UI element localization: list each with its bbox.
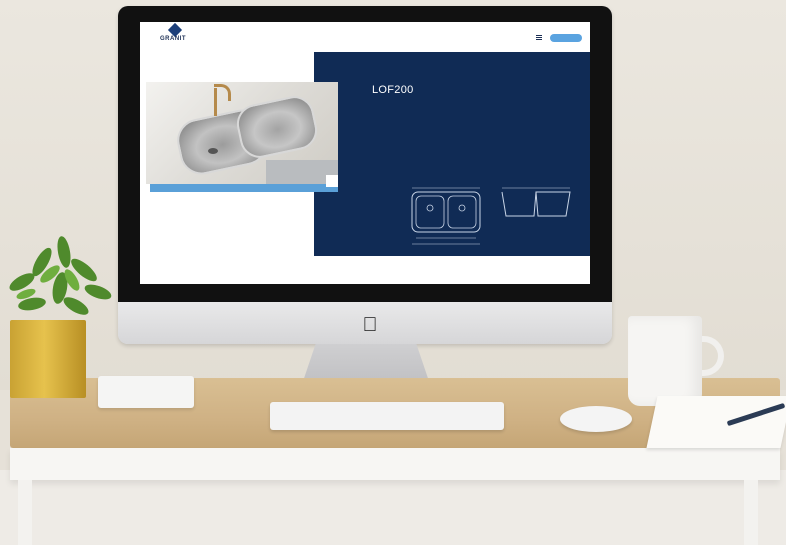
leaf: [57, 236, 71, 268]
expand-photo-icon[interactable]: [326, 175, 338, 187]
coffee-mug: [628, 316, 702, 406]
sink-bowl-right: [233, 92, 321, 162]
mouse: [560, 406, 632, 432]
leaf: [84, 284, 112, 300]
logo-icon[interactable]: [167, 22, 183, 38]
plant-leaves: [9, 236, 112, 315]
apple-logo-icon: : [360, 314, 380, 336]
diagram-bowl-left: [415, 195, 445, 229]
nav-links: [398, 36, 428, 39]
leaf: [63, 297, 89, 315]
sink-product-photo: [146, 82, 338, 184]
sink-drain: [208, 148, 218, 154]
white-box-device: [98, 376, 194, 408]
menu-icon[interactable]: [536, 35, 542, 40]
keyboard: [270, 402, 504, 430]
diagram-drain-right: [458, 204, 466, 212]
diagram-drain-left: [426, 204, 434, 212]
diagram-top-view: [411, 191, 481, 233]
desk-edge: [10, 448, 780, 480]
website-screen: GRANIT LOF200: [140, 22, 590, 284]
site-header: GRANIT: [140, 22, 590, 52]
sink-dimension-diagram: [411, 187, 571, 245]
faucet-spout: [214, 84, 231, 101]
product-title: LOF200: [372, 84, 414, 96]
photo-accent-bar: [150, 184, 338, 192]
floor: [0, 470, 786, 545]
plant-pot: [10, 320, 86, 398]
desk-leg: [744, 480, 758, 545]
diagram-bowl-right: [447, 195, 477, 229]
diagram-side-view: [501, 191, 571, 217]
desk-leg: [18, 480, 32, 545]
logo-text[interactable]: GRANIT: [160, 36, 186, 42]
contact-button[interactable]: [550, 34, 582, 42]
notebook: [646, 396, 786, 448]
